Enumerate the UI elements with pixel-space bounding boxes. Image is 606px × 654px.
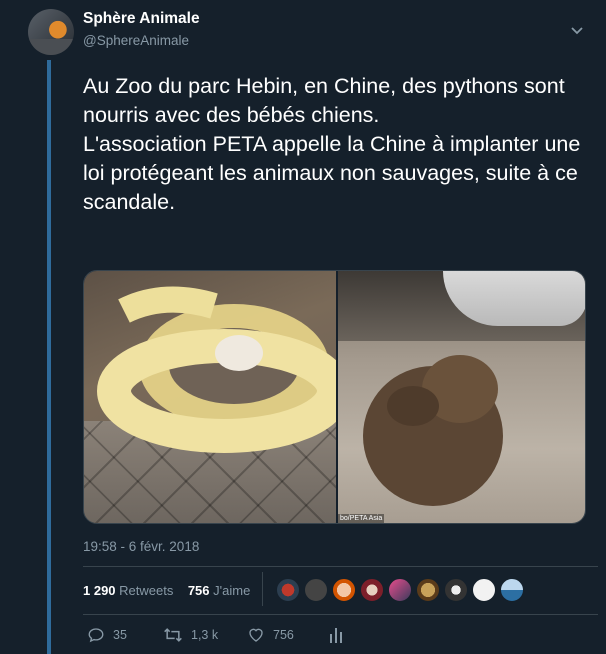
liker-avatar[interactable] bbox=[416, 578, 440, 602]
tweet-text: Au Zoo du parc Hebin, en Chine, des pyth… bbox=[83, 74, 581, 214]
divider bbox=[83, 614, 598, 615]
tweet-media[interactable]: bo/PETA Asia bbox=[83, 270, 586, 524]
retweet-icon bbox=[164, 628, 182, 642]
retweet-button[interactable]: 1,3 k bbox=[163, 624, 218, 646]
analytics-button[interactable] bbox=[328, 624, 352, 646]
python-photo[interactable] bbox=[84, 271, 336, 523]
divider bbox=[83, 566, 598, 567]
stats-divider bbox=[262, 572, 263, 606]
liker-avatar[interactable] bbox=[472, 578, 496, 602]
retweet-count[interactable]: 1 290 bbox=[83, 583, 116, 598]
avatar[interactable] bbox=[28, 9, 74, 55]
reply-button[interactable]: 35 bbox=[87, 624, 127, 646]
image-credit: bo/PETA Asia bbox=[338, 514, 385, 523]
engagement-stats: 1 290 Retweets 756 J'aime bbox=[83, 583, 250, 598]
liker-avatar[interactable] bbox=[388, 578, 412, 602]
liker-avatar[interactable] bbox=[360, 578, 384, 602]
reply-count: 35 bbox=[113, 628, 127, 642]
liker-avatar[interactable] bbox=[500, 578, 524, 602]
heart-icon bbox=[249, 628, 263, 642]
tweet-actions: 35 1,3 k 756 bbox=[83, 624, 363, 650]
liker-avatar[interactable] bbox=[444, 578, 468, 602]
retweet-count-action: 1,3 k bbox=[191, 628, 219, 642]
analytics-icon bbox=[330, 628, 342, 643]
reply-icon bbox=[88, 628, 104, 643]
retweets-label[interactable]: Retweets bbox=[119, 583, 173, 598]
likes-count[interactable]: 756 bbox=[188, 583, 210, 598]
thread-line bbox=[47, 60, 51, 654]
puppy-photo[interactable]: bo/PETA Asia bbox=[338, 271, 585, 523]
like-button[interactable]: 756 bbox=[247, 624, 294, 646]
liker-avatar[interactable] bbox=[304, 578, 328, 602]
liker-avatar[interactable] bbox=[276, 578, 300, 602]
liker-avatar[interactable] bbox=[332, 578, 356, 602]
author-handle[interactable]: @SphereAnimale bbox=[83, 33, 189, 48]
chevron-down-icon[interactable] bbox=[569, 24, 585, 38]
likes-label[interactable]: J'aime bbox=[213, 583, 250, 598]
author-name[interactable]: Sphère Animale bbox=[83, 10, 200, 28]
tweet-timestamp[interactable]: 19:58 - 6 févr. 2018 bbox=[83, 539, 199, 554]
like-count-action: 756 bbox=[273, 628, 294, 642]
